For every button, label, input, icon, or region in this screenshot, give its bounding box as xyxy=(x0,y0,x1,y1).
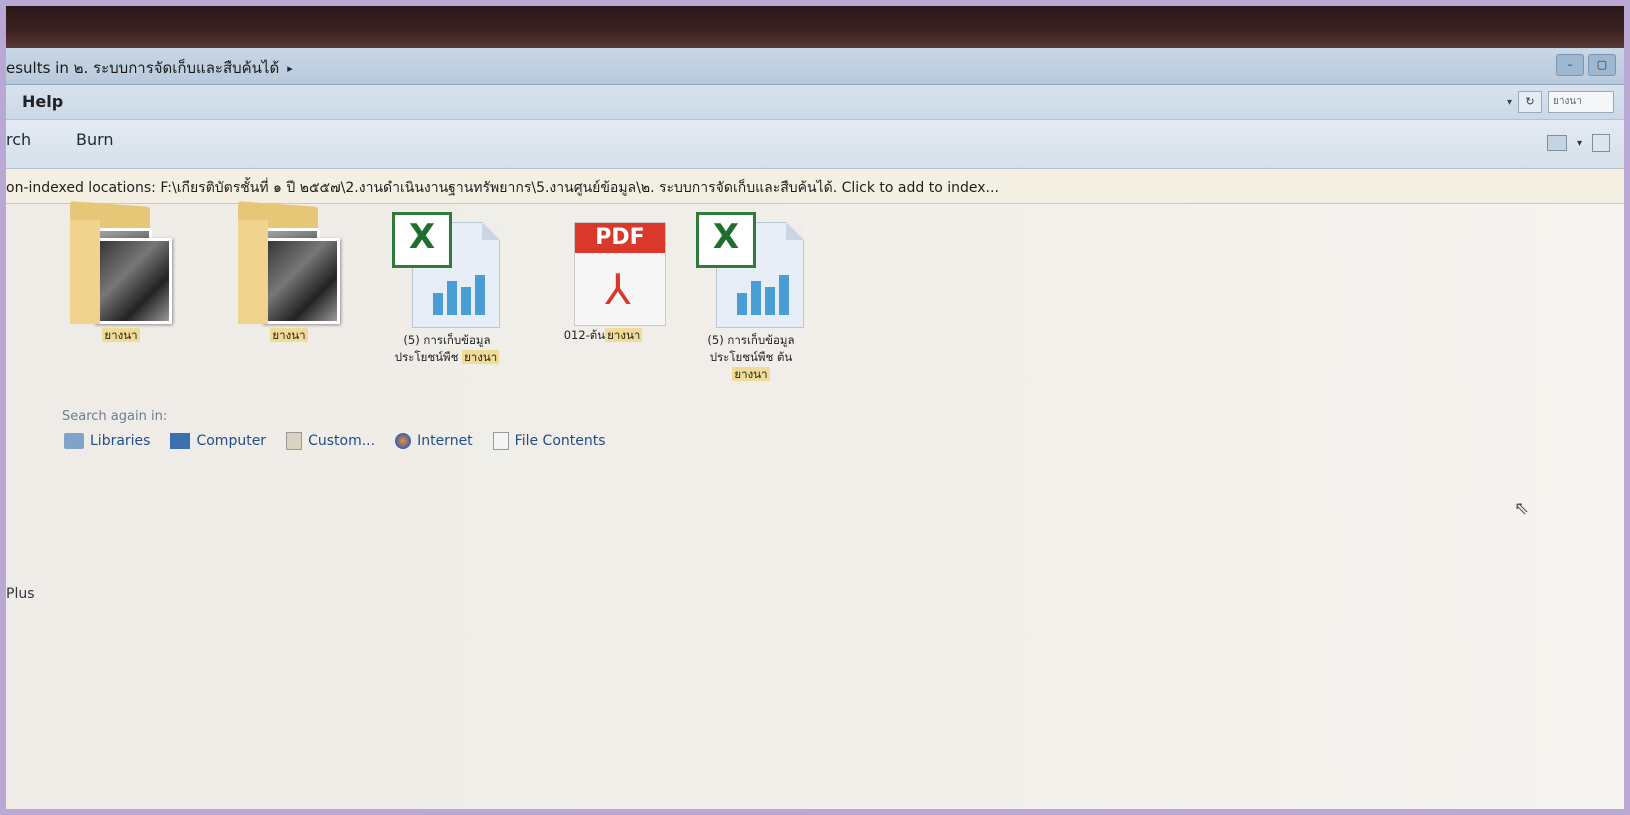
file-label: ยางนา xyxy=(102,327,140,344)
view-tools: ▾ xyxy=(1546,134,1610,152)
search-custom-link[interactable]: Custom... xyxy=(286,432,375,450)
search-again-title: Search again in: xyxy=(62,409,168,424)
search-libraries-link[interactable]: Libraries xyxy=(64,433,150,449)
excel-file-icon: X xyxy=(392,212,502,332)
custom-icon xyxy=(286,432,303,450)
search-input[interactable]: ยางนา xyxy=(1548,91,1614,113)
menu-bar: Help ▾ ↻ ยางนา xyxy=(6,85,1624,120)
view-options-arrow-icon[interactable]: ▾ xyxy=(1577,138,1582,149)
command-toolbar: rch Burn ▾ xyxy=(6,120,1624,169)
mouse-cursor-icon: ⇖ xyxy=(1514,498,1530,519)
monitor-bezel xyxy=(6,6,1624,48)
search-history-arrow-icon[interactable]: ▾ xyxy=(1507,97,1512,108)
excel-file-icon: X xyxy=(696,212,806,332)
search-results-pane: ยางนา ยางนา X (5) การเก็บข้อมูล ประโยชน์… xyxy=(6,201,1624,809)
index-info-bar[interactable]: on-indexed locations: F:\เกียรติบัตรชั้น… xyxy=(6,169,1624,204)
search-file-contents-link[interactable]: File Contents xyxy=(492,432,606,450)
internet-icon xyxy=(395,433,412,449)
window-controls: – ▢ xyxy=(1556,54,1616,76)
save-search-button[interactable]: rch xyxy=(6,130,31,149)
search-box: ▾ ↻ ยางนา xyxy=(1507,91,1614,113)
file-item[interactable]: X (5) การเก็บข้อมูล ประโยชน์พืช ต้น ยางน… xyxy=(686,212,816,383)
monitor-screen: esults in ๒. ระบบการจัดเก็บและสืบค้นได้ … xyxy=(6,6,1624,809)
file-label-highlight: ยางนา xyxy=(102,328,140,342)
search-internet-link[interactable]: Internet xyxy=(395,433,473,449)
maximize-button[interactable]: ▢ xyxy=(1588,54,1616,76)
file-label: 012-ต้น ยางนา xyxy=(563,328,643,342)
libraries-icon xyxy=(64,433,84,449)
file-label-highlight: ยางนา xyxy=(270,328,308,342)
refresh-button[interactable]: ↻ xyxy=(1518,91,1542,113)
sidebar-fragment-plus: Plus xyxy=(6,586,35,602)
folder-icon xyxy=(234,201,344,324)
menu-help[interactable]: Help xyxy=(22,92,63,111)
file-label: (5) การเก็บข้อมูล ประโยชน์พืช ยางนา xyxy=(394,333,500,364)
search-computer-link[interactable]: Computer xyxy=(170,433,266,449)
burn-button[interactable]: Burn xyxy=(76,130,114,149)
breadcrumb-label[interactable]: esults in ๒. ระบบการจัดเก็บและสืบค้นได้ xyxy=(6,56,279,80)
file-item[interactable]: X (5) การเก็บข้อมูล ประโยชน์พืช ยางนา xyxy=(382,212,512,366)
minimize-button[interactable]: – xyxy=(1556,54,1584,76)
breadcrumb[interactable]: esults in ๒. ระบบการจัดเก็บและสืบค้นได้ … xyxy=(6,56,293,80)
breadcrumb-arrow-icon[interactable]: ▸ xyxy=(287,62,293,75)
preview-pane-icon[interactable] xyxy=(1592,134,1610,152)
change-view-icon[interactable] xyxy=(1546,135,1567,151)
address-bar: esults in ๒. ระบบการจัดเก็บและสืบค้นได้ … xyxy=(6,48,1624,85)
file-item[interactable]: ยางนา xyxy=(56,201,186,344)
file-label: (5) การเก็บข้อมูล ประโยชน์พืช ต้น ยางนา xyxy=(707,333,795,381)
file-item[interactable]: ยางนา xyxy=(224,201,354,344)
file-item[interactable]: PDF ⅄ 012-ต้น ยางนา xyxy=(538,204,668,344)
index-info-text[interactable]: on-indexed locations: F:\เกียรติบัตรชั้น… xyxy=(6,177,999,199)
file-contents-icon xyxy=(492,432,509,450)
pdf-file-icon: PDF ⅄ xyxy=(548,204,666,326)
search-again-options: Libraries Computer Custom... Internet Fi… xyxy=(64,432,606,450)
folder-icon xyxy=(66,201,176,324)
file-label: ยางนา xyxy=(270,327,308,344)
computer-icon xyxy=(170,433,191,449)
